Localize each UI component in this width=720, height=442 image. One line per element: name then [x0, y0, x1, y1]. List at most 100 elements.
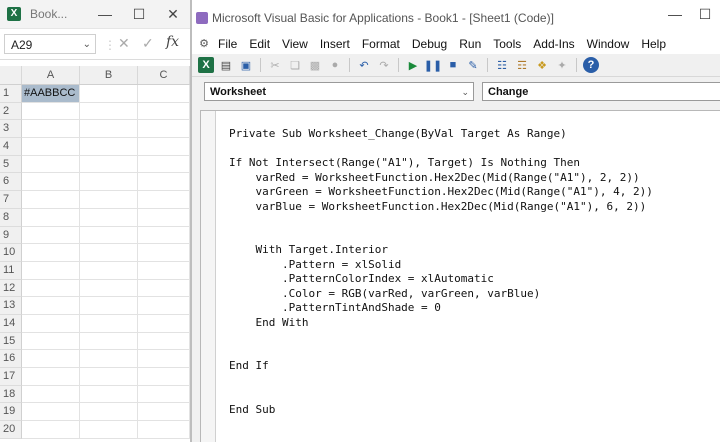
cell[interactable]	[80, 155, 138, 174]
code-line[interactable]: End With	[229, 316, 653, 331]
row-header[interactable]: 13	[0, 297, 22, 315]
spreadsheet-grid[interactable]: A B C 1 #AABBCC 2 3 4 5 6 7 8 9 10 11 12 13 14 15 16 17 18…	[0, 66, 190, 439]
row-header[interactable]: 7	[0, 191, 22, 209]
code-line[interactable]: End If	[229, 359, 653, 374]
menu-add-ins[interactable]: Add-Ins	[533, 37, 574, 51]
cell[interactable]	[138, 138, 190, 156]
object-dropdown[interactable]: Worksheet ⌄	[204, 82, 474, 101]
menu-file[interactable]: File	[218, 37, 237, 51]
copy-icon[interactable]: ❏	[287, 57, 303, 73]
cell[interactable]	[80, 350, 138, 368]
code-line[interactable]	[229, 142, 653, 157]
menu-format[interactable]: Format	[362, 37, 400, 51]
menu-help[interactable]: Help	[641, 37, 666, 51]
save-icon[interactable]: ▣	[238, 57, 254, 73]
project-explorer-icon[interactable]: ☷	[494, 57, 510, 73]
cell[interactable]	[22, 403, 80, 422]
cell[interactable]	[80, 138, 138, 156]
menu-tools[interactable]: Tools	[493, 37, 521, 51]
cell[interactable]	[138, 297, 190, 315]
cell[interactable]	[138, 350, 190, 368]
row-header[interactable]: 19	[0, 403, 22, 422]
code-line[interactable]	[229, 374, 653, 389]
cell[interactable]	[80, 332, 138, 351]
cell[interactable]	[138, 368, 190, 386]
row-header[interactable]: 6	[0, 173, 22, 192]
code-window-icon[interactable]: ⚙	[196, 37, 212, 51]
reset-icon[interactable]: ■	[445, 57, 461, 73]
row-header[interactable]: 10	[0, 244, 22, 262]
menu-window[interactable]: Window	[587, 37, 630, 51]
minimize-icon[interactable]: —	[88, 0, 122, 28]
cell[interactable]	[138, 421, 190, 439]
code-line[interactable]: .Pattern = xlSolid	[229, 258, 653, 273]
cell[interactable]	[138, 155, 190, 174]
column-header-a[interactable]: A	[22, 66, 80, 84]
cell[interactable]	[80, 368, 138, 386]
cell[interactable]	[138, 403, 190, 422]
paste-icon[interactable]: ▩	[307, 57, 323, 73]
cell[interactable]	[22, 279, 80, 298]
cell[interactable]	[138, 173, 190, 192]
code-line[interactable]: .PatternTintAndShade = 0	[229, 301, 653, 316]
code-line[interactable]: varBlue = WorksheetFunction.Hex2Dec(Mid(…	[229, 200, 653, 215]
menu-insert[interactable]: Insert	[320, 37, 350, 51]
cell[interactable]	[22, 314, 80, 333]
cell[interactable]	[80, 173, 138, 192]
cell[interactable]	[80, 208, 138, 227]
cell[interactable]	[138, 191, 190, 209]
code-line[interactable]: If Not Intersect(Range("A1"), Target) Is…	[229, 156, 653, 171]
cell[interactable]	[138, 332, 190, 351]
menu-run[interactable]: Run	[459, 37, 481, 51]
cell[interactable]	[22, 120, 80, 139]
code-line[interactable]	[229, 229, 653, 244]
cell[interactable]	[80, 244, 138, 262]
row-header[interactable]: 9	[0, 226, 22, 245]
cell[interactable]	[22, 226, 80, 245]
row-header[interactable]: 3	[0, 120, 22, 139]
enter-check-icon[interactable]: ✓	[142, 35, 154, 52]
minimize-icon[interactable]: —	[660, 0, 690, 28]
break-icon[interactable]: ❚❚	[424, 57, 442, 73]
cell[interactable]	[138, 208, 190, 227]
close-icon[interactable]: ✕	[156, 0, 190, 28]
cell[interactable]	[22, 297, 80, 315]
cell[interactable]	[80, 85, 138, 103]
code-line[interactable]: End Sub	[229, 403, 653, 418]
cell[interactable]	[80, 421, 138, 439]
menu-view[interactable]: View	[282, 37, 308, 51]
code-line[interactable]	[229, 345, 653, 360]
cell[interactable]	[80, 314, 138, 333]
row-header[interactable]: 1	[0, 85, 22, 103]
cell[interactable]	[22, 208, 80, 227]
code-editor[interactable]: Private Sub Worksheet_Change(ByVal Targe…	[200, 110, 720, 442]
cell[interactable]	[80, 403, 138, 422]
cell[interactable]	[138, 120, 190, 139]
cell[interactable]	[138, 279, 190, 298]
object-browser-icon[interactable]: ❖	[534, 57, 550, 73]
row-header[interactable]: 15	[0, 332, 22, 351]
row-header[interactable]: 17	[0, 368, 22, 386]
cancel-icon[interactable]: ✕	[118, 35, 130, 52]
name-box[interactable]: A29 ⌄	[4, 34, 96, 54]
menu-edit[interactable]: Edit	[249, 37, 270, 51]
cell[interactable]	[22, 261, 80, 280]
run-icon[interactable]: ▶	[405, 57, 421, 73]
cell[interactable]	[138, 244, 190, 262]
cell[interactable]	[22, 102, 80, 121]
menu-debug[interactable]: Debug	[412, 37, 447, 51]
cell[interactable]	[138, 102, 190, 121]
cell[interactable]	[22, 173, 80, 192]
row-header[interactable]: 2	[0, 102, 22, 121]
cell[interactable]	[22, 368, 80, 386]
cell[interactable]	[22, 244, 80, 262]
cell[interactable]	[22, 421, 80, 439]
help-icon[interactable]: ?	[583, 57, 599, 73]
code-text[interactable]: Private Sub Worksheet_Change(ByVal Targe…	[229, 127, 653, 417]
column-header-b[interactable]: B	[80, 66, 138, 84]
select-all-corner[interactable]	[0, 66, 22, 84]
code-line[interactable]	[229, 214, 653, 229]
row-header[interactable]: 18	[0, 385, 22, 404]
code-line[interactable]: Private Sub Worksheet_Change(ByVal Targe…	[229, 127, 653, 142]
cell[interactable]	[22, 191, 80, 209]
